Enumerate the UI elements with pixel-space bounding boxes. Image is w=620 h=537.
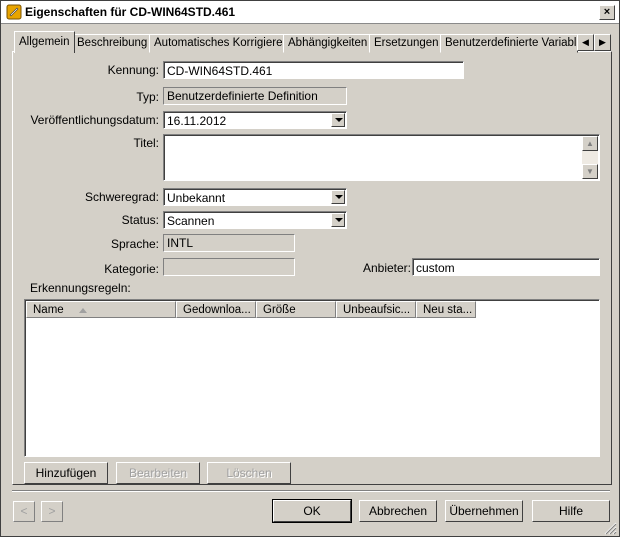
window-title: Eigenschaften für CD-WIN64STD.461 <box>25 5 236 19</box>
edit-rule-button[interactable]: Bearbeiten <box>116 462 200 484</box>
properties-dialog: Eigenschaften für CD-WIN64STD.461 × Allg… <box>0 0 620 537</box>
kategorie-label: Kategorie: <box>104 262 159 276</box>
apply-button[interactable]: Übernehmen <box>445 500 523 522</box>
datum-picker[interactable]: 16.11.2012 <box>163 111 347 129</box>
datum-label: Veröffentlichungsdatum: <box>30 113 159 127</box>
schweregrad-value: Unbekannt <box>167 191 226 205</box>
tab-scroll-left-icon[interactable]: ◀ <box>577 34 594 51</box>
datum-value: 16.11.2012 <box>167 114 227 128</box>
tab-abhaengigkeiten[interactable]: Abhängigkeiten <box>283 34 373 53</box>
column-header-unattended[interactable]: Unbeaufsic... <box>336 301 416 318</box>
sprache-label: Sprache: <box>110 237 159 251</box>
anbieter-field[interactable]: custom <box>412 258 600 276</box>
sort-ascending-icon <box>79 308 87 313</box>
kennung-field[interactable]: CD-WIN64STD.461 <box>163 61 464 79</box>
sprache-field: INTL <box>163 234 295 252</box>
typ-label: Typ: <box>136 90 159 104</box>
typ-field: Benutzerdefinierte Definition <box>163 87 347 105</box>
kategorie-field <box>163 258 295 276</box>
column-header-size[interactable]: Größe <box>256 301 336 318</box>
chevron-down-icon[interactable] <box>331 190 345 204</box>
cancel-button[interactable]: Abbrechen <box>359 500 437 522</box>
rules-list[interactable]: Name Gedownloa... Größe Unbeaufsic... Ne… <box>24 299 600 457</box>
resize-grip-icon[interactable] <box>603 521 617 535</box>
kennung-label: Kennung: <box>107 63 159 77</box>
scroll-down-icon[interactable]: ▼ <box>582 164 598 179</box>
footer-separator <box>12 490 610 492</box>
column-header-name[interactable]: Name <box>26 301 176 318</box>
delete-rule-button[interactable]: Löschen <box>207 462 291 484</box>
tab-allgemein[interactable]: Allgemein <box>14 31 75 53</box>
schweregrad-label: Schweregrad: <box>84 190 159 204</box>
rules-label: Erkennungsregeln: <box>30 281 131 295</box>
status-value: Scannen <box>167 214 215 228</box>
help-button[interactable]: Hilfe <box>532 500 610 522</box>
titel-label: Titel: <box>133 136 159 150</box>
title-bar: Eigenschaften für CD-WIN64STD.461 × <box>1 1 619 24</box>
tab-beschreibung[interactable]: Beschreibung <box>72 34 153 53</box>
tab-ersetzungen[interactable]: Ersetzungen <box>369 34 444 53</box>
scroll-up-icon[interactable]: ▲ <box>582 136 598 151</box>
tab-automatisches-korrigieren[interactable]: Automatisches Korrigieren <box>149 34 294 53</box>
anbieter-label: Anbieter: <box>362 261 411 275</box>
tab-benutzerdefinierte-variablen[interactable]: Benutzerdefinierte Variablen <box>440 34 578 53</box>
close-button[interactable]: × <box>599 5 615 20</box>
forward-button[interactable]: > <box>41 501 63 522</box>
back-button[interactable]: < <box>13 501 35 522</box>
column-header-new-start[interactable]: Neu sta... <box>416 301 476 318</box>
add-rule-button[interactable]: Hinzufügen <box>24 462 108 484</box>
titel-textarea[interactable]: ▲ ▼ <box>163 134 600 181</box>
definition-icon <box>6 4 22 20</box>
chevron-down-icon[interactable] <box>331 113 345 127</box>
titel-scrollbar[interactable]: ▲ ▼ <box>582 136 598 179</box>
ok-button[interactable]: OK <box>272 499 352 523</box>
column-header-downloaded[interactable]: Gedownloa... <box>176 301 256 318</box>
schweregrad-select[interactable]: Unbekannt <box>163 188 347 206</box>
chevron-down-icon[interactable] <box>331 213 345 227</box>
tab-scroll-right-icon[interactable]: ▶ <box>594 34 611 51</box>
status-label: Status: <box>121 213 159 227</box>
status-select[interactable]: Scannen <box>163 211 347 229</box>
